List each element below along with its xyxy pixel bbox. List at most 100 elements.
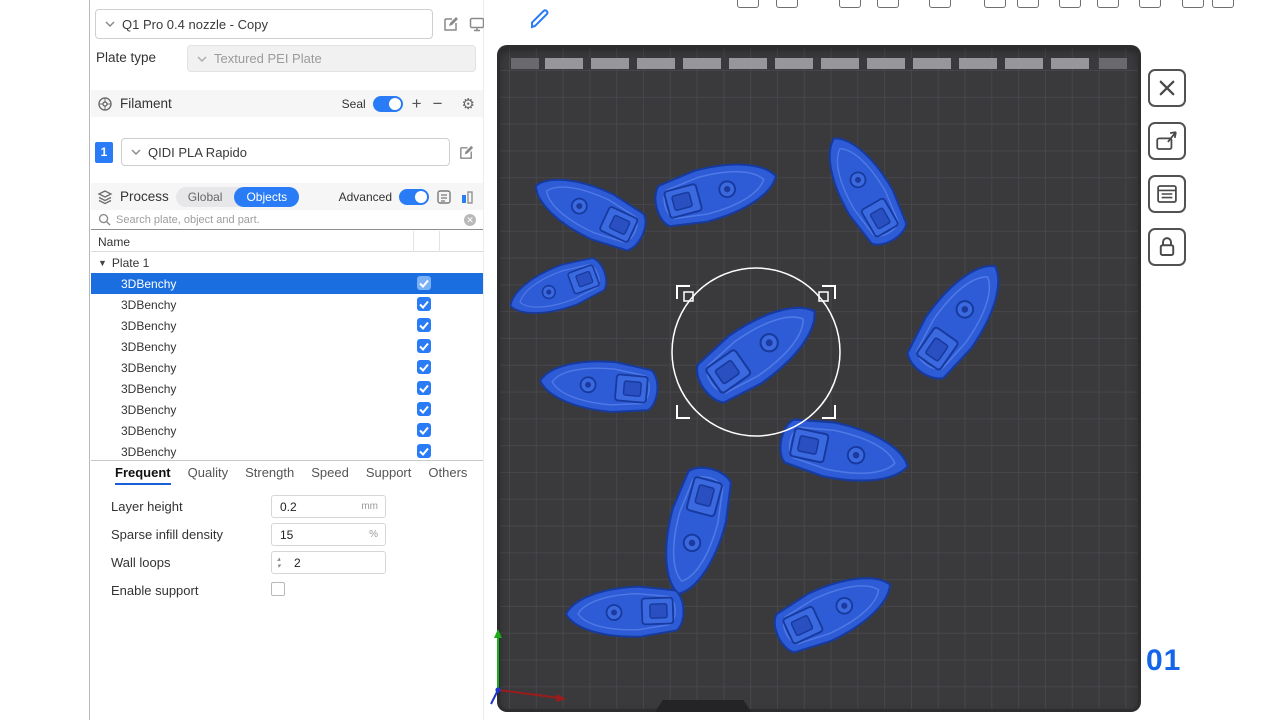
tree-item-plate[interactable]: ▼ Plate 1 — [91, 252, 483, 273]
scope-global-option[interactable]: Global — [176, 187, 235, 207]
tree-item-label: 3DBenchy — [91, 403, 176, 417]
visibility-checkbox[interactable] — [417, 297, 431, 311]
toolbar-icon-partial[interactable] — [1212, 0, 1234, 8]
tree-item-benchy[interactable]: 3DBenchy — [91, 294, 483, 315]
param-label: Enable support — [111, 583, 198, 598]
filament-edit-icon[interactable] — [458, 144, 475, 161]
add-filament-button[interactable]: + — [410, 95, 424, 112]
chevron-down-icon — [197, 55, 207, 63]
visibility-checkbox[interactable] — [417, 444, 431, 458]
plate-top-strip — [545, 58, 1093, 69]
tree-item-label: 3DBenchy — [91, 277, 176, 291]
param-row: Sparse infill density 15% — [91, 521, 483, 549]
object-tree-rows: 3DBenchy 3DBenchy 3DBenchy 3DBenchy 3DBenchy… — [91, 273, 483, 460]
toolbar-icon-partial[interactable] — [1059, 0, 1081, 8]
printer-name: Q1 Pro 0.4 nozzle - Copy — [122, 17, 268, 32]
tree-column-header: Name — [91, 231, 483, 252]
param-input[interactable]: 0.2mm — [271, 495, 386, 518]
toolbar-icon-partial[interactable] — [839, 0, 861, 8]
build-plate[interactable] — [497, 45, 1141, 712]
remove-filament-button[interactable]: − — [431, 95, 445, 112]
advanced-toggle[interactable] — [399, 189, 429, 205]
seal-toggle[interactable] — [373, 96, 403, 112]
tab-support[interactable]: Support — [366, 462, 412, 484]
toolbar-icon-partial[interactable] — [929, 0, 951, 8]
tree-item-benchy[interactable]: 3DBenchy — [91, 399, 483, 420]
plate-number[interactable]: 01 — [1146, 644, 1181, 678]
caret-down-icon[interactable]: ▼ — [98, 258, 107, 268]
search-input[interactable] — [116, 214, 459, 226]
visibility-checkbox[interactable] — [417, 276, 431, 290]
tree-item-benchy[interactable]: 3DBenchy — [91, 273, 483, 294]
advanced-label: Advanced — [339, 190, 392, 204]
visibility-checkbox[interactable] — [417, 381, 431, 395]
filament-icon — [97, 96, 113, 112]
toolbar-icon-partial[interactable] — [1017, 0, 1039, 8]
sidebar: Q1 Pro 0.4 nozzle - Copy Plate type Text… — [91, 0, 484, 720]
tree-item-label: 3DBenchy — [91, 445, 176, 459]
lock-button[interactable] — [1148, 228, 1186, 266]
filament-slot-badge[interactable]: 1 — [95, 142, 113, 163]
plate-type-label: Plate type — [96, 50, 156, 65]
visibility-checkbox[interactable] — [417, 423, 431, 437]
visibility-checkbox[interactable] — [417, 402, 431, 416]
tree-item-benchy[interactable]: 3DBenchy — [91, 378, 483, 399]
lock-icon — [1151, 231, 1183, 263]
tree-item-label: 3DBenchy — [91, 319, 176, 333]
arrange-button[interactable] — [1148, 175, 1186, 213]
filament-select[interactable]: QIDI PLA Rapido — [121, 138, 450, 166]
visibility-checkbox[interactable] — [417, 360, 431, 374]
tab-speed[interactable]: Speed — [311, 462, 349, 484]
filament-name: QIDI PLA Rapido — [148, 145, 247, 160]
printer-select[interactable]: Q1 Pro 0.4 nozzle - Copy — [95, 9, 433, 39]
param-label: Sparse infill density — [111, 527, 223, 542]
tab-quality[interactable]: Quality — [188, 462, 228, 484]
param-rows: Layer height0.2mmSparse infill density15… — [91, 493, 483, 605]
visibility-checkbox[interactable] — [417, 318, 431, 332]
param-checkbox[interactable] — [271, 582, 285, 596]
param-label: Wall loops — [111, 555, 170, 570]
visibility-checkbox[interactable] — [417, 339, 431, 353]
param-spinner[interactable]: ▴▾2 — [271, 551, 386, 574]
process-section-header: Process Global Objects Advanced — [91, 183, 483, 210]
plate-strip-right — [1099, 58, 1127, 69]
tree-item-benchy[interactable]: 3DBenchy — [91, 315, 483, 336]
tab-frequent[interactable]: Frequent — [115, 462, 171, 484]
plate-type-value: Textured PEI Plate — [214, 51, 322, 66]
tab-strength[interactable]: Strength — [245, 462, 294, 484]
filament-settings-gear-icon[interactable]: ⚙ — [462, 95, 475, 113]
viewport-3d[interactable]: 01 — [484, 0, 1280, 720]
search-bar: ✕ — [91, 210, 483, 230]
unit-label: % — [369, 529, 378, 540]
unit-label: mm — [361, 501, 378, 512]
toolbar-icon-partial[interactable] — [776, 0, 798, 8]
axis-gizmo — [484, 624, 584, 720]
toolbar-icon-partial[interactable] — [737, 0, 759, 8]
compare-columns-icon[interactable] — [459, 189, 475, 205]
toolbar-icon-partial[interactable] — [1182, 0, 1204, 8]
toolbar-icon-partial[interactable] — [877, 0, 899, 8]
param-list-icon[interactable] — [436, 189, 452, 205]
close-button[interactable] — [1148, 69, 1186, 107]
spinner-arrows-icon[interactable]: ▴▾ — [277, 556, 281, 570]
printer-edit-icon[interactable] — [442, 15, 460, 33]
viewport-side-buttons — [1148, 69, 1186, 266]
tree-item-benchy[interactable]: 3DBenchy — [91, 420, 483, 441]
toolbar-icon-partial[interactable] — [1097, 0, 1119, 8]
plate-strip-left — [511, 58, 539, 69]
draw-pencil-icon[interactable] — [528, 7, 552, 31]
auto-orient-button[interactable] — [1148, 122, 1186, 160]
tree-item-benchy[interactable]: 3DBenchy — [91, 357, 483, 378]
filament-title: Filament — [120, 96, 172, 111]
toolbar-icon-partial[interactable] — [1139, 0, 1161, 8]
scope-objects-option[interactable]: Objects — [234, 187, 299, 207]
clear-search-icon[interactable]: ✕ — [464, 214, 476, 226]
toolbar-icon-partial[interactable] — [984, 0, 1006, 8]
tree-item-benchy[interactable]: 3DBenchy — [91, 336, 483, 357]
plate-notch — [655, 700, 751, 712]
tab-others[interactable]: Others — [428, 462, 467, 484]
param-input[interactable]: 15% — [271, 523, 386, 546]
plate-type-select[interactable]: Textured PEI Plate — [187, 45, 476, 72]
tree-item-label: 3DBenchy — [91, 361, 176, 375]
tree-item-benchy[interactable]: 3DBenchy — [91, 441, 483, 460]
